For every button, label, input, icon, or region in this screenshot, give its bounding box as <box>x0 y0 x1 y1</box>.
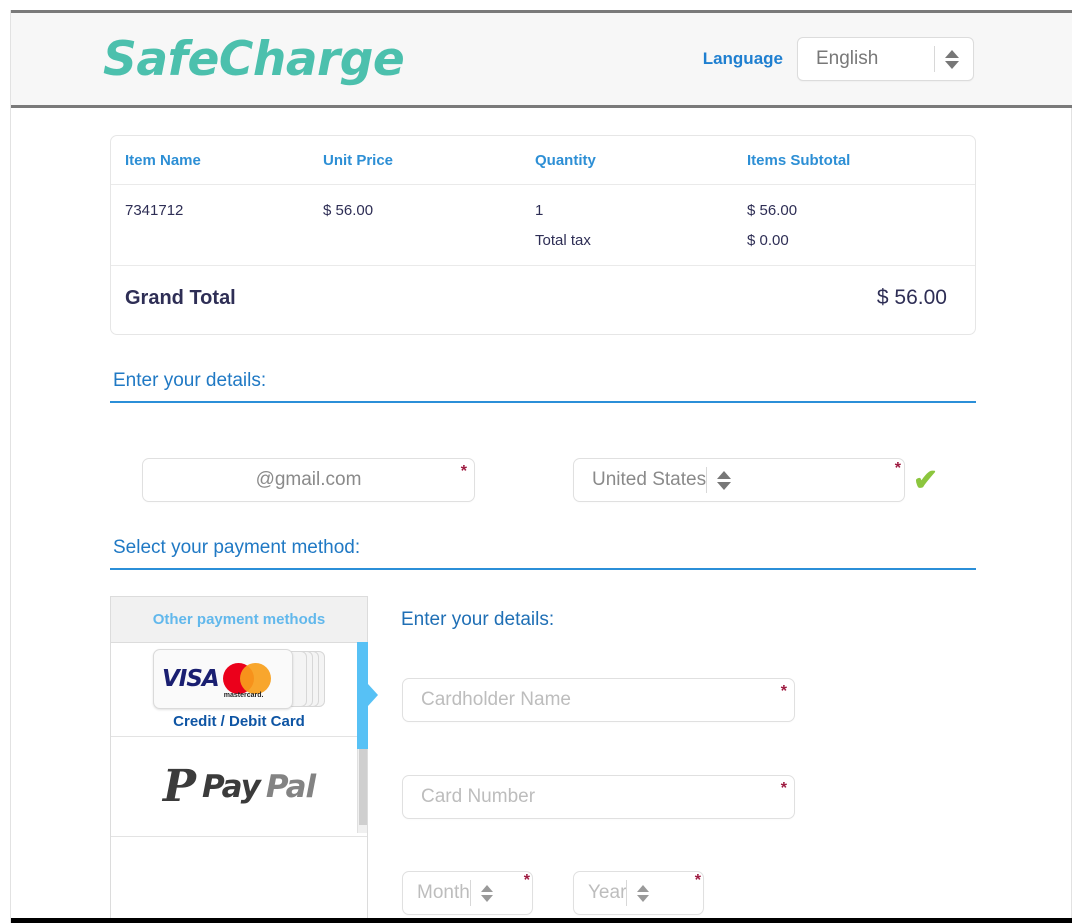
payment-methods-panel-title: Other payment methods <box>111 597 367 643</box>
details-section-heading: Enter your details: <box>113 370 267 391</box>
visa-logo-icon: VISA <box>162 666 220 692</box>
cell-unit-price: $ 56.00 <box>323 202 374 219</box>
chevron-down-icon <box>637 894 650 902</box>
card-form-heading: Enter your details: <box>401 609 555 630</box>
paypal-p-mark: P <box>162 760 196 812</box>
payment-method-empty-slot <box>111 837 367 922</box>
selected-method-indicator-bar <box>357 642 368 749</box>
country-select[interactable]: United States * <box>573 458 905 502</box>
email-field[interactable]: @gmail.com * <box>142 458 475 502</box>
stepper-arrows-icon[interactable] <box>717 470 732 490</box>
card-front: VISA mastercard. <box>153 649 293 709</box>
required-asterisk-icon: * <box>523 872 530 889</box>
cell-empty-1 <box>111 225 323 265</box>
chevron-down-icon <box>480 894 493 902</box>
mastercard-logo-icon: mastercard. <box>222 661 277 699</box>
card-number-placeholder: Card Number <box>421 786 536 807</box>
page-header: SafeCharge Language English <box>11 10 1072 108</box>
email-field-value: @gmail.com <box>255 469 362 490</box>
card-number-input[interactable]: Card Number * <box>402 775 795 819</box>
chevron-up-icon <box>480 884 493 892</box>
select-divider <box>934 46 935 72</box>
language-select[interactable]: English <box>797 37 974 81</box>
payment-method-credit-debit-card[interactable]: VISA mastercard. Credit / Debit Card <box>111 643 367 737</box>
details-section-rule <box>110 401 976 403</box>
required-asterisk-icon: * <box>780 683 787 700</box>
required-asterisk-icon: * <box>894 460 901 477</box>
payment-section-heading: Select your payment method: <box>113 537 361 558</box>
grand-total-label: Grand Total <box>125 286 236 309</box>
column-header-unit-price: Unit Price <box>323 136 535 185</box>
paypal-wordmark-pal: Pal <box>265 768 316 805</box>
selected-method-indicator-arrow-icon <box>368 684 378 706</box>
chevron-up-icon <box>717 470 732 479</box>
column-header-quantity: Quantity <box>535 136 747 185</box>
order-summary-table: Item Name Unit Price Quantity Items Subt… <box>111 136 975 334</box>
cell-quantity: 1 <box>535 202 544 219</box>
stepper-arrows-icon[interactable] <box>945 49 959 69</box>
cell-empty-4 <box>535 266 747 335</box>
payment-section-rule <box>110 568 976 570</box>
select-divider <box>706 467 708 493</box>
credit-card-stack-icon: VISA mastercard. <box>153 649 325 709</box>
mastercard-yellow-circle <box>239 663 271 694</box>
safecharge-logo: SafeCharge <box>103 31 405 87</box>
select-divider <box>469 880 471 906</box>
column-header-items-subtotal: Items Subtotal <box>747 136 975 185</box>
grand-total-value: $ 56.00 <box>876 286 947 309</box>
table-row: 7341712 $ 56.00 1 $ 56.00 <box>111 185 975 226</box>
cardholder-name-placeholder: Cardholder Name <box>421 689 571 710</box>
expiry-month-placeholder: Month <box>417 882 470 903</box>
cell-total-tax-value: $ 0.00 <box>747 232 789 249</box>
checkout-page: SafeCharge Language English Item Name Un… <box>0 0 1082 923</box>
paypal-logo-icon: P Pay Pal <box>162 760 316 812</box>
select-divider <box>626 880 628 906</box>
required-asterisk-icon: * <box>694 872 701 889</box>
table-header-row: Item Name Unit Price Quantity Items Subt… <box>111 136 975 185</box>
mastercard-wordmark: mastercard. <box>223 692 264 699</box>
language-selector-group: Language English <box>703 37 974 81</box>
cell-item-name: 7341712 <box>125 202 184 219</box>
cell-empty-3 <box>323 266 535 335</box>
cell-items-subtotal: $ 56.00 <box>747 202 798 219</box>
required-asterisk-icon: * <box>460 463 467 480</box>
table-row-tax: Total tax $ 0.00 <box>111 225 975 265</box>
chevron-up-icon <box>637 884 650 892</box>
expiry-month-select[interactable]: Month * <box>402 871 533 915</box>
chevron-up-icon <box>945 49 959 58</box>
required-asterisk-icon: * <box>780 780 787 797</box>
table-row-grand-total: Grand Total $ 56.00 <box>111 266 975 335</box>
cell-empty-2 <box>323 225 535 265</box>
cell-total-tax-label: Total tax <box>535 232 591 249</box>
chevron-down-icon <box>945 60 959 69</box>
language-label: Language <box>702 49 783 68</box>
column-header-item-name: Item Name <box>111 136 323 185</box>
order-summary-card: Item Name Unit Price Quantity Items Subt… <box>110 135 976 335</box>
payment-methods-panel: Other payment methods VISA mastercard. C… <box>110 596 368 923</box>
payment-method-paypal[interactable]: P Pay Pal <box>111 737 367 837</box>
country-select-value: United States <box>592 469 707 490</box>
stepper-arrows-icon[interactable] <box>480 884 493 902</box>
expiry-year-placeholder: Year <box>588 882 627 903</box>
page-bottom-edge <box>11 918 1072 923</box>
country-valid-check-icon: ✔ <box>913 464 939 497</box>
expiry-year-select[interactable]: Year * <box>573 871 704 915</box>
language-select-value: English <box>816 48 879 69</box>
payment-method-label-credit-debit-card: Credit / Debit Card <box>173 713 305 730</box>
stepper-arrows-icon[interactable] <box>637 884 650 902</box>
paypal-wordmark-pay: Pay <box>201 768 261 805</box>
cardholder-name-input[interactable]: Cardholder Name * <box>402 678 795 722</box>
chevron-down-icon <box>717 481 732 490</box>
